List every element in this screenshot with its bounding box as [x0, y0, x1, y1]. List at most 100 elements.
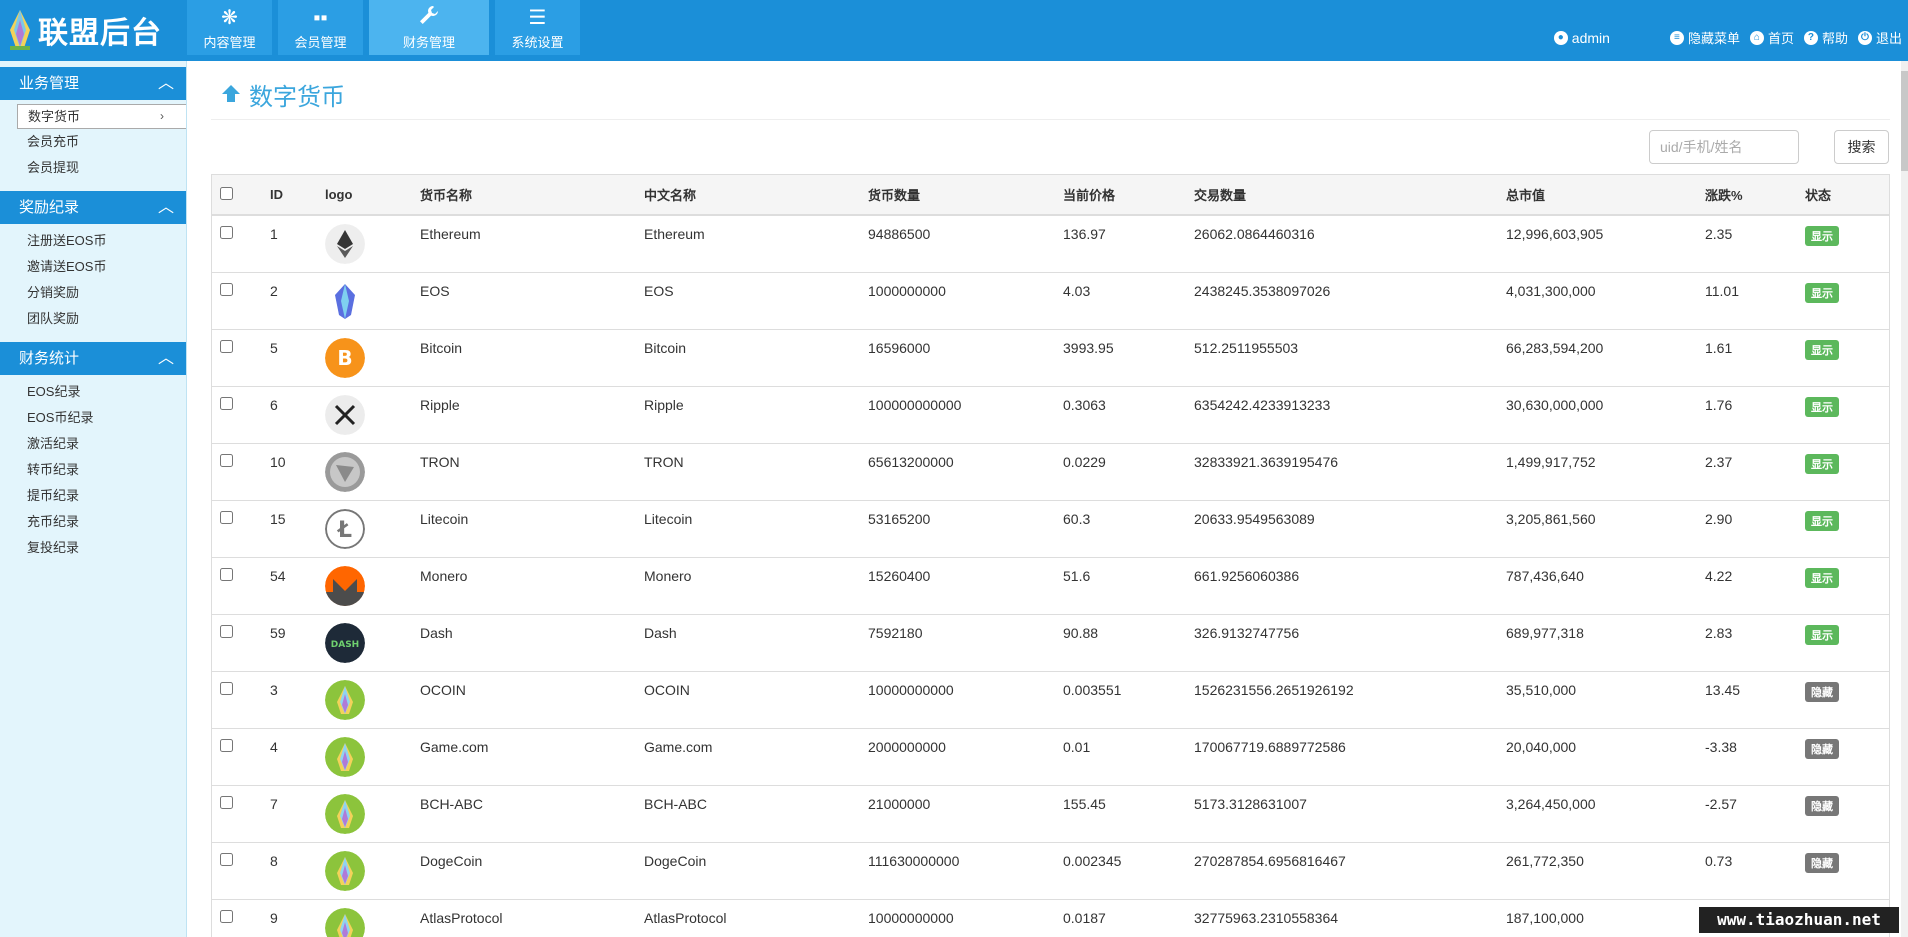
sidebar-section-business[interactable]: 业务管理 ︿: [0, 67, 186, 100]
cell-volume: 1526231556.2651926192: [1194, 681, 1354, 698]
nav-finance-management[interactable]: 财务管理: [369, 0, 489, 55]
row-checkbox[interactable]: [220, 795, 233, 809]
status-badge[interactable]: 显示: [1805, 339, 1839, 360]
sidebar-item-withdraw-record[interactable]: 提币纪录: [0, 483, 186, 509]
sidebar-item-eos-record[interactable]: EOS纪录: [0, 379, 186, 405]
search-input[interactable]: [1649, 130, 1799, 164]
cell-name: Ripple: [420, 396, 460, 413]
row-checkbox[interactable]: [220, 339, 233, 353]
checkbox-cell: [212, 329, 262, 386]
status-badge[interactable]: 显示: [1805, 624, 1839, 645]
cell-volume: 5173.3128631007: [1194, 795, 1307, 812]
cell-status: 显示: [1797, 614, 1889, 671]
checkbox-cell: [212, 842, 262, 899]
hide-menu-link[interactable]: ≡ 隐藏菜单: [1669, 28, 1740, 47]
cell-name: EOS: [420, 282, 450, 299]
cell-name: DogeCoin: [420, 852, 483, 869]
sidebar-item-digital-currency[interactable]: 数字货币 ›: [17, 104, 186, 129]
row-checkbox[interactable]: [220, 738, 233, 752]
sidebar-item-team-reward[interactable]: 团队奖励: [0, 306, 186, 332]
logout-link[interactable]: ⏻ 退出: [1857, 28, 1902, 47]
column-header[interactable]: 涨跌%: [1697, 175, 1797, 215]
status-badge[interactable]: 隐藏: [1805, 795, 1839, 816]
status-badge[interactable]: 隐藏: [1805, 681, 1839, 702]
sidebar-item-member-deposit[interactable]: 会员充币: [0, 129, 186, 155]
row-checkbox[interactable]: [220, 567, 233, 581]
row-checkbox[interactable]: [220, 226, 233, 239]
column-header[interactable]: 货币数量: [860, 175, 1055, 215]
username: admin: [1571, 29, 1610, 46]
cell-volume: 661.9256060386: [1194, 567, 1300, 584]
search-button[interactable]: 搜索: [1834, 130, 1889, 164]
row-checkbox[interactable]: [220, 681, 233, 695]
sidebar-section-finance[interactable]: 财务统计 ︿: [0, 342, 186, 375]
select-all-checkbox[interactable]: [220, 186, 233, 200]
cell-supply: 53165200: [868, 510, 931, 527]
row-checkbox[interactable]: [220, 624, 233, 638]
sidebar-item-activation-record[interactable]: 激活纪录: [0, 431, 186, 457]
column-header[interactable]: 当前价格: [1055, 175, 1186, 215]
column-header[interactable]: 中文名称: [636, 175, 860, 215]
cell-market-cap: 1,499,917,752: [1506, 453, 1596, 470]
cell-id: 3: [270, 681, 278, 698]
cell-market-cap: 35,510,000: [1506, 681, 1577, 698]
sidebar-item-distribution-reward[interactable]: 分销奖励: [0, 280, 186, 306]
top-right-links: ● admin ≡ 隐藏菜单 ⌂ 首页 ? 帮助 ⏻ 退出: [1544, 28, 1902, 47]
cell-market-cap: 187,100,000: [1506, 909, 1584, 926]
row-checkbox[interactable]: [220, 852, 233, 866]
home-link[interactable]: ⌂ 首页: [1749, 28, 1794, 47]
sidebar-item-register-eos[interactable]: 注册送EOS币: [0, 228, 186, 254]
status-badge[interactable]: 隐藏: [1805, 852, 1839, 873]
user-menu[interactable]: ● admin: [1553, 29, 1610, 46]
cell-cn-name: Monero: [644, 567, 692, 584]
column-header[interactable]: 交易数量: [1186, 175, 1498, 215]
cell-logo: [317, 899, 412, 937]
row-checkbox[interactable]: [220, 396, 233, 410]
cell-status: 显示: [1797, 557, 1889, 614]
status-badge[interactable]: 显示: [1805, 282, 1839, 303]
brand[interactable]: 联盟后台: [6, 6, 162, 54]
cell-id: 15: [270, 510, 286, 527]
column-header[interactable]: 货币名称: [412, 175, 636, 215]
sidebar-item-reinvest-record[interactable]: 复投纪录: [0, 535, 186, 561]
status-badge[interactable]: 显示: [1805, 226, 1839, 246]
cell-name: Game.com: [420, 738, 489, 755]
status-badge[interactable]: 隐藏: [1805, 738, 1839, 759]
cell-name: Ethereum: [420, 226, 481, 242]
cell-name: Litecoin: [420, 510, 469, 527]
sidebar-item-member-withdraw[interactable]: 会员提现: [0, 155, 186, 181]
page-scrollbar[interactable]: [1901, 61, 1908, 937]
status-badge[interactable]: 显示: [1805, 510, 1839, 531]
cell-logo: [317, 215, 412, 272]
sidebar-section-rewards[interactable]: 奖励纪录 ︿: [0, 191, 186, 224]
row-checkbox[interactable]: [220, 909, 233, 923]
sidebar-item-eos-coin-record[interactable]: EOS币纪录: [0, 405, 186, 431]
row-checkbox[interactable]: [220, 282, 233, 296]
cell-cn-name: Bitcoin: [644, 339, 687, 356]
scrollbar-thumb[interactable]: [1901, 71, 1908, 171]
default-coin-icon: [325, 736, 365, 777]
sidebar-item-invite-eos[interactable]: 邀请送EOS币: [0, 254, 186, 280]
nav-system-settings[interactable]: ☰ 系统设置: [495, 0, 580, 55]
nav-member-management[interactable]: ▪▪ 会员管理: [278, 0, 363, 55]
row-checkbox[interactable]: [220, 453, 233, 467]
chevron-up-icon: ︿: [157, 350, 174, 367]
logout-icon: ⏻: [1857, 30, 1872, 45]
sidebar-item-transfer-record[interactable]: 转币纪录: [0, 457, 186, 483]
cell-price: 60.3: [1063, 510, 1091, 527]
cell-logo: [317, 671, 412, 728]
status-badge[interactable]: 显示: [1805, 453, 1839, 474]
chevron-up-icon: ︿: [157, 75, 174, 92]
nav-content-management[interactable]: ❋ 内容管理: [187, 0, 272, 55]
table-row: 8 DogeCoin DogeCoin 111630000000 0.002345 270…: [212, 842, 1889, 899]
help-link[interactable]: ? 帮助: [1803, 28, 1848, 47]
column-header[interactable]: 状态: [1797, 175, 1889, 215]
cell-logo: Ł: [317, 500, 412, 557]
status-badge[interactable]: 显示: [1805, 396, 1839, 417]
row-checkbox[interactable]: [220, 510, 233, 524]
column-header[interactable]: ID: [262, 175, 317, 215]
sidebar-item-deposit-record[interactable]: 充币纪录: [0, 509, 186, 535]
column-header[interactable]: 总市值: [1498, 175, 1697, 215]
column-header[interactable]: logo: [317, 175, 412, 215]
status-badge[interactable]: 显示: [1805, 567, 1839, 588]
